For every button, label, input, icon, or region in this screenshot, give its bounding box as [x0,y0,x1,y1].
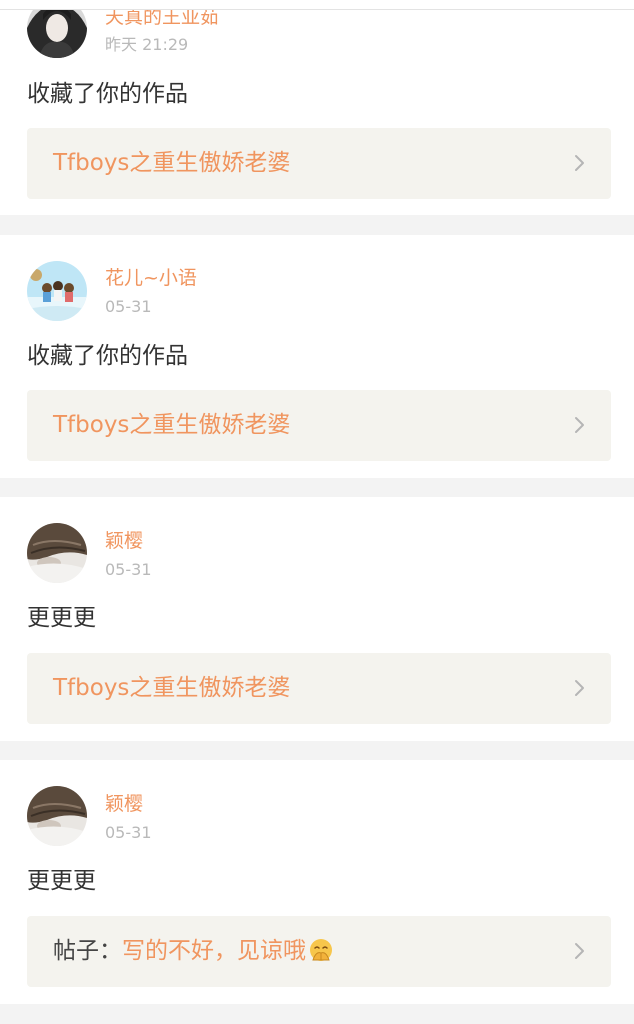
post-link[interactable]: 帖子：写的不好，见谅哦 [27,916,611,987]
activity-text: 收藏了你的作品 [27,81,188,107]
top-bar-edge [0,0,634,10]
work-title: Tfboys之重生傲娇老婆 [53,675,291,701]
work-title: Tfboys之重生傲娇老婆 [53,150,291,176]
username[interactable]: 颖樱 [105,530,143,552]
username[interactable]: 颖樱 [105,793,143,815]
avatar[interactable] [27,786,87,846]
feed-item: 天真的王亚茹 昨天 21:29 收藏了你的作品 Tfboys之重生傲娇老婆 [0,0,634,215]
avatar[interactable] [27,523,87,583]
work-link-text: Tfboys之重生傲娇老婆 [53,674,290,702]
work-link-text: Tfboys之重生傲娇老婆 [53,411,290,439]
timestamp: 05-31 [105,297,152,316]
work-link[interactable]: Tfboys之重生傲娇老婆 [27,128,611,199]
activity-text: 更更更 [27,605,96,631]
chevron-right-icon [575,155,584,171]
work-link[interactable]: Tfboys之重生傲娇老婆 [27,653,611,724]
work-link[interactable]: Tfboys之重生傲娇老婆 [27,390,611,461]
feed-item: 颖樱 05-31 更更更 Tfboys之重生傲娇老婆 [0,497,634,741]
work-title: Tfboys之重生傲娇老婆 [53,412,291,438]
activity-text: 更更更 [27,868,96,894]
work-link-text: Tfboys之重生傲娇老婆 [53,149,290,177]
chevron-right-icon [575,943,584,959]
avatar-image [27,523,87,583]
avatar[interactable] [27,261,87,321]
chevron-right-icon [575,680,584,696]
timestamp: 昨天 21:29 [105,35,189,54]
feed-item: 颖樱 05-31 更更更 帖子：写的不好，见谅哦 [0,760,634,1004]
post-title: 写的不好，见谅哦 [122,938,306,964]
avatar-image [27,261,87,321]
activity-text: 收藏了你的作品 [27,343,188,369]
avatar-image [27,786,87,846]
chevron-right-icon [575,417,584,433]
username[interactable]: 花儿~小语 [105,267,197,289]
pleading-hands-emoji [310,939,332,961]
feed-item: 花儿~小语 05-31 收藏了你的作品 Tfboys之重生傲娇老婆 [0,235,634,478]
link-prefix: 帖子： [53,938,122,964]
post-link-text: 帖子：写的不好，见谅哦 [53,937,334,965]
timestamp: 05-31 [105,560,152,579]
timestamp: 05-31 [105,823,152,842]
